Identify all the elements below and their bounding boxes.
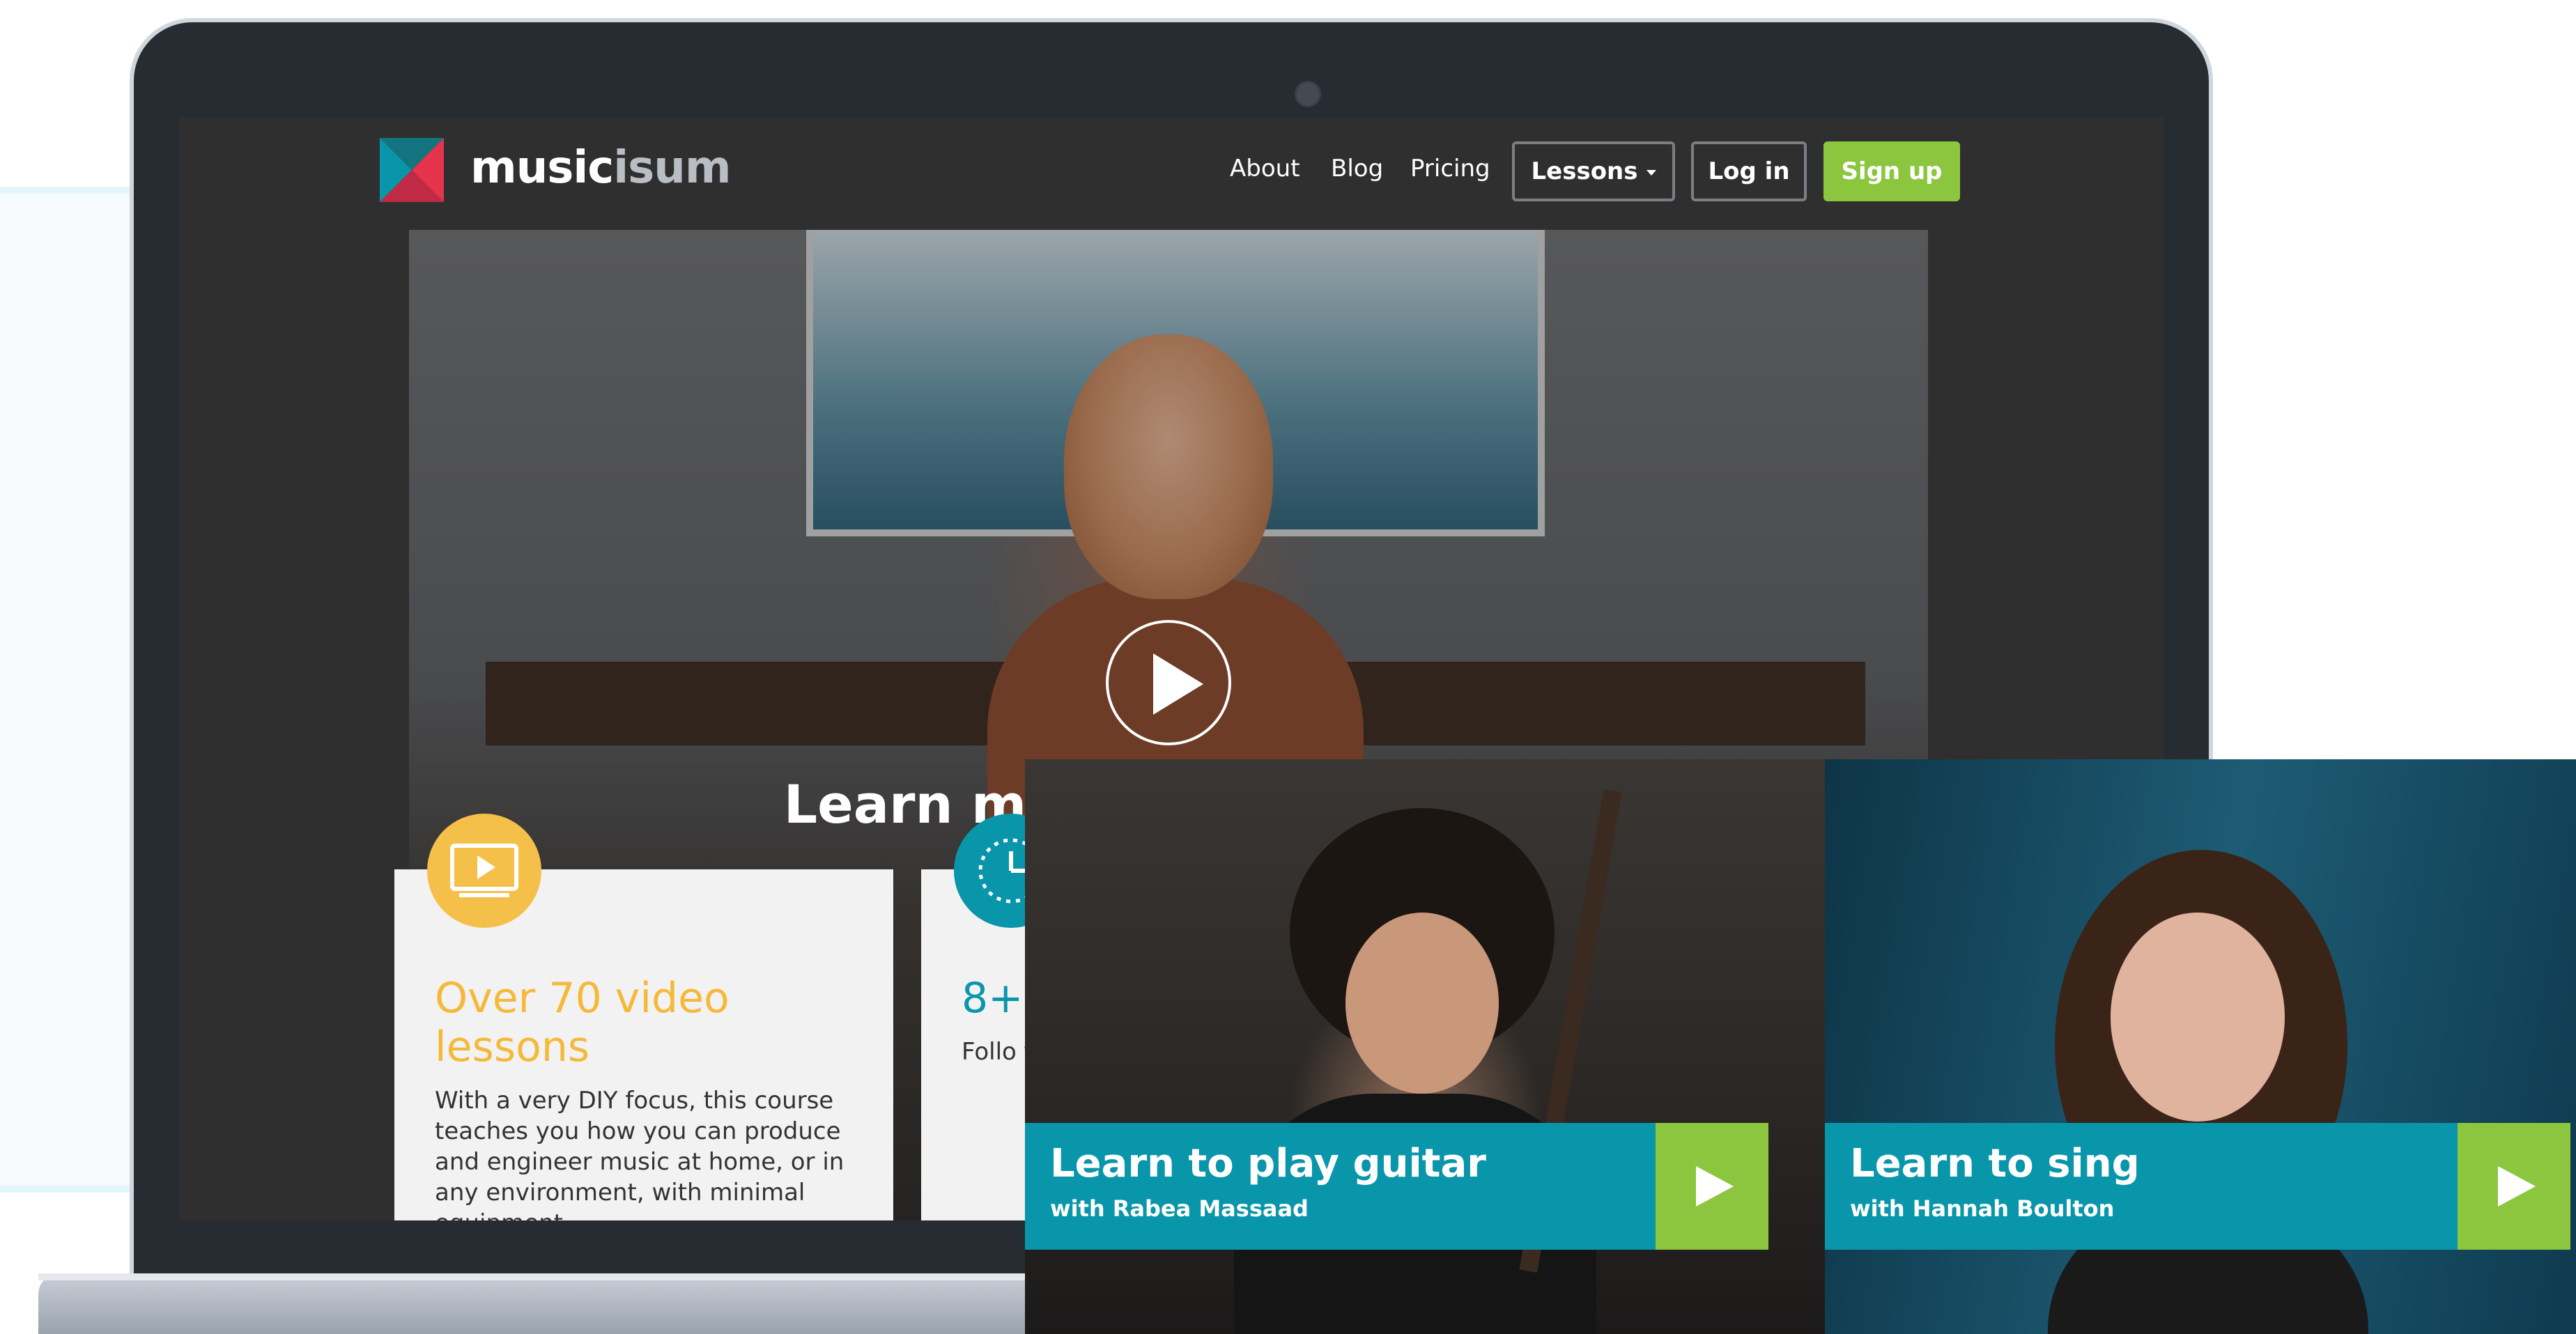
lessons-dropdown-label: Lessons: [1531, 157, 1638, 185]
play-icon: [1153, 653, 1203, 715]
play-icon: [2498, 1166, 2536, 1207]
guitar-play-button[interactable]: [1656, 1123, 1768, 1250]
nav-link-about[interactable]: About: [1230, 155, 1300, 183]
logo-text[interactable]: musicisum: [470, 142, 732, 194]
nav-link-blog[interactable]: Blog: [1331, 155, 1383, 183]
feature-text: With a very DIY focus, this course teach…: [435, 1087, 844, 1220]
signup-button[interactable]: Sign up: [1823, 141, 1960, 201]
lesson-card-singing[interactable]: Learn to sing with Hannah Boulton: [1825, 759, 2576, 1334]
lesson-title: Learn to play guitar: [1050, 1141, 1486, 1186]
singing-play-button[interactable]: [2458, 1123, 2570, 1250]
lesson-banner: Learn to play guitar with Rabea Massaad: [1025, 1123, 1659, 1250]
lesson-banner: Learn to sing with Hannah Boulton: [1825, 1123, 2458, 1250]
camera-icon: [1295, 81, 1321, 107]
lesson-instructor: with Rabea Massaad: [1050, 1195, 1309, 1222]
caret-down-icon: [1646, 170, 1656, 176]
lesson-card-guitar[interactable]: Learn to play guitar with Rabea Massaad: [1025, 759, 1825, 1334]
lessons-dropdown[interactable]: Lessons: [1512, 141, 1675, 201]
feature-title: Over 70 video lessons: [435, 974, 730, 1071]
navbar: musicisum About Blog Pricing Lessons Log…: [179, 117, 2164, 230]
musicisum-logo-icon: [380, 138, 444, 202]
nav-link-pricing[interactable]: Pricing: [1410, 155, 1490, 183]
login-button[interactable]: Log in: [1691, 141, 1807, 201]
lesson-title: Learn to sing: [1850, 1141, 2140, 1186]
hero-play-button[interactable]: [1106, 620, 1231, 745]
lesson-instructor: with Hannah Boulton: [1850, 1195, 2115, 1222]
background-panel: [0, 187, 132, 1193]
play-icon: [1696, 1166, 1734, 1207]
video-lesson-icon: [427, 814, 541, 928]
